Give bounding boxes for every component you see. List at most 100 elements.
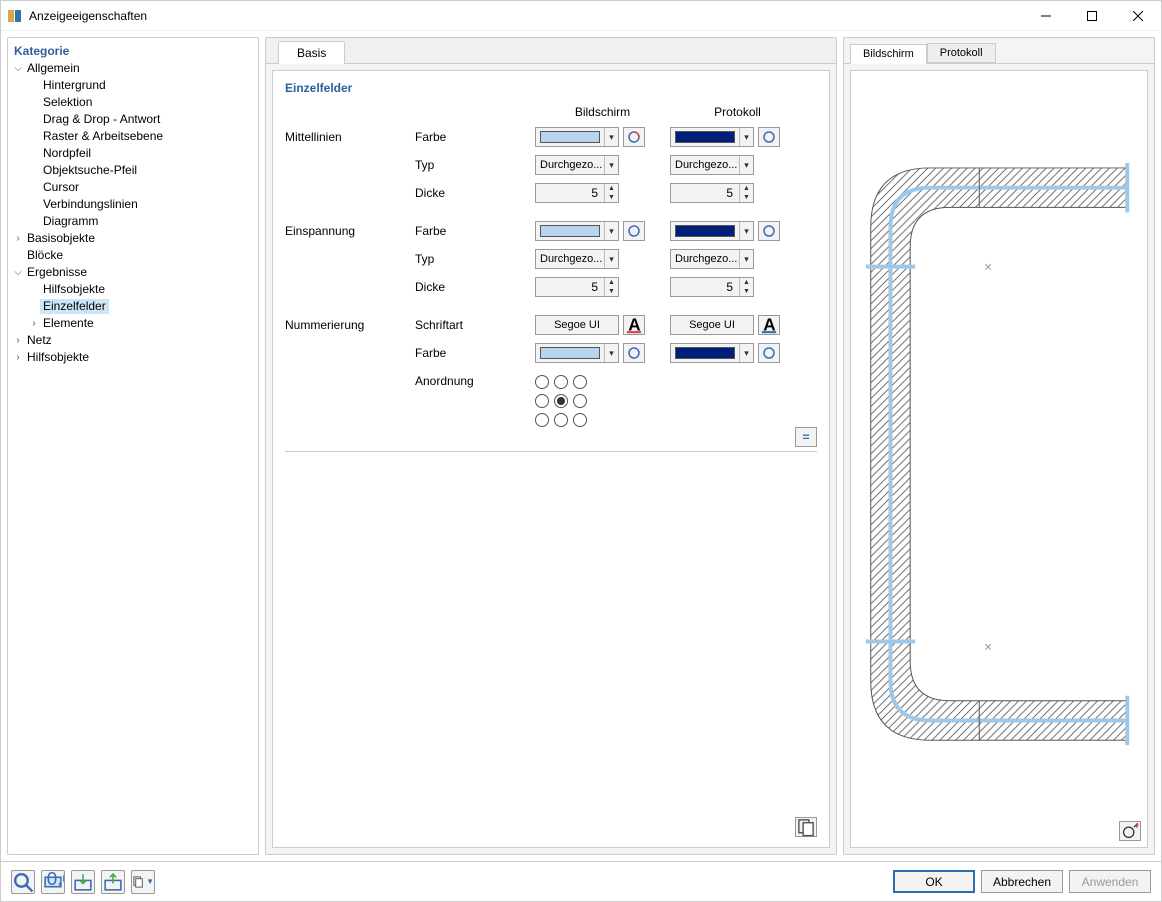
chevron-right-icon[interactable]: › xyxy=(12,333,24,348)
chevron-down-icon[interactable]: ▾ xyxy=(739,222,753,240)
color-picker-icon[interactable] xyxy=(623,127,645,147)
chevron-down-icon[interactable]: ⌵ xyxy=(12,265,24,280)
tree-cursor[interactable]: Cursor xyxy=(26,179,256,196)
search-icon[interactable] xyxy=(11,870,35,894)
chevron-right-icon[interactable]: › xyxy=(28,316,40,331)
mittellinien-dicke-screen[interactable]: 5▲▼ xyxy=(535,183,619,203)
spin-up-icon[interactable]: ▲ xyxy=(740,278,753,287)
sync-columns-button[interactable]: = xyxy=(795,427,817,447)
color-picker-icon[interactable] xyxy=(758,343,780,363)
label-farbe: Farbe xyxy=(415,130,535,144)
tree-objektsuche[interactable]: Objektsuche-Pfeil xyxy=(26,162,256,179)
preview-canvas[interactable]: × × xyxy=(850,70,1148,848)
tree-basisobjekte[interactable]: ›Basisobjekte xyxy=(10,230,256,247)
tree-netz[interactable]: ›Netz xyxy=(10,332,256,349)
mittellinien-farbe-screen[interactable]: ▾ xyxy=(535,127,619,147)
color-picker-icon[interactable] xyxy=(758,221,780,241)
anordnung-radio-5[interactable] xyxy=(573,394,587,408)
copy-settings-icon[interactable] xyxy=(795,817,817,837)
einspannung-typ-protocol[interactable]: Durchgezo...▾ xyxy=(670,249,754,269)
preview-pane: Bildschirm Protokoll xyxy=(843,37,1155,855)
tree-einzelfelder[interactable]: Einzelfelder xyxy=(26,298,256,315)
anordnung-radio-0[interactable] xyxy=(535,375,549,389)
maximize-button[interactable] xyxy=(1069,1,1115,31)
chevron-down-icon[interactable]: ▾ xyxy=(739,128,753,146)
mittellinien-typ-screen[interactable]: Durchgezo...▾ xyxy=(535,155,619,175)
spin-down-icon[interactable]: ▼ xyxy=(605,287,618,296)
import-icon[interactable] xyxy=(71,870,95,894)
export-icon[interactable] xyxy=(101,870,125,894)
chevron-down-icon[interactable]: ▾ xyxy=(604,344,618,362)
spin-up-icon[interactable]: ▲ xyxy=(740,184,753,193)
einspannung-typ-screen[interactable]: Durchgezo...▾ xyxy=(535,249,619,269)
apply-button[interactable]: Anwenden xyxy=(1069,870,1151,893)
anordnung-radio-4[interactable] xyxy=(554,394,568,408)
chevron-down-icon[interactable]: ▾ xyxy=(604,156,618,174)
einspannung-dicke-protocol[interactable]: 5▲▼ xyxy=(670,277,754,297)
einspannung-farbe-protocol[interactable]: ▾ xyxy=(670,221,754,241)
svg-text:×: × xyxy=(984,638,992,654)
tree-hintergrund[interactable]: Hintergrund xyxy=(26,77,256,94)
font-settings-icon[interactable]: A xyxy=(623,315,645,335)
chevron-down-icon[interactable]: ▾ xyxy=(604,222,618,240)
tree-hilfsobjekte[interactable]: Hilfsobjekte xyxy=(26,281,256,298)
tree-selektion[interactable]: Selektion xyxy=(26,94,256,111)
units-icon[interactable]: 0,00 xyxy=(41,870,65,894)
chevron-right-icon[interactable]: › xyxy=(12,350,24,365)
tree-dragdrop[interactable]: Drag & Drop - Antwort xyxy=(26,111,256,128)
chevron-down-icon[interactable]: ▾ xyxy=(604,128,618,146)
cancel-button[interactable]: Abbrechen xyxy=(981,870,1063,893)
color-picker-icon[interactable] xyxy=(623,221,645,241)
settings-tabs: Basis xyxy=(266,38,836,64)
color-picker-icon[interactable] xyxy=(758,127,780,147)
close-button[interactable] xyxy=(1115,1,1161,31)
nummerierung-font-screen[interactable]: Segoe UI xyxy=(535,315,619,335)
mittellinien-dicke-protocol[interactable]: 5▲▼ xyxy=(670,183,754,203)
spin-up-icon[interactable]: ▲ xyxy=(605,184,618,193)
preview-tab-protocol[interactable]: Protokoll xyxy=(927,43,996,63)
tree-ergebnisse[interactable]: ⌵Ergebnisse xyxy=(10,264,256,281)
tree-verbindungslinien[interactable]: Verbindungslinien xyxy=(26,196,256,213)
color-picker-icon[interactable] xyxy=(623,343,645,363)
spin-up-icon[interactable]: ▲ xyxy=(605,278,618,287)
einspannung-dicke-screen[interactable]: 5▲▼ xyxy=(535,277,619,297)
nummerierung-farbe-screen[interactable]: ▾ xyxy=(535,343,619,363)
anordnung-radio-6[interactable] xyxy=(535,413,549,427)
preview-tab-screen[interactable]: Bildschirm xyxy=(850,44,927,64)
chevron-down-icon[interactable]: ▾ xyxy=(604,250,618,268)
chevron-right-icon[interactable]: › xyxy=(12,231,24,246)
nummerierung-farbe-protocol[interactable]: ▾ xyxy=(670,343,754,363)
ok-button[interactable]: OK xyxy=(893,870,975,893)
reset-view-icon[interactable] xyxy=(1119,821,1141,841)
tree-bloecke[interactable]: Blöcke xyxy=(10,247,256,264)
spin-down-icon[interactable]: ▼ xyxy=(605,193,618,202)
font-settings-icon[interactable]: A xyxy=(758,315,780,335)
anordnung-radio-7[interactable] xyxy=(554,413,568,427)
nummerierung-font-protocol[interactable]: Segoe UI xyxy=(670,315,754,335)
tree-hilfsobjekte2[interactable]: ›Hilfsobjekte xyxy=(10,349,256,366)
mittellinien-typ-protocol[interactable]: Durchgezo...▾ xyxy=(670,155,754,175)
spin-down-icon[interactable]: ▼ xyxy=(740,287,753,296)
category-tree[interactable]: ⌵Allgemein Hintergrund Selektion Drag & … xyxy=(10,60,256,366)
chevron-down-icon[interactable]: ▾ xyxy=(739,344,753,362)
spin-down-icon[interactable]: ▼ xyxy=(740,193,753,202)
tree-raster[interactable]: Raster & Arbeitsebene xyxy=(26,128,256,145)
chevron-down-icon[interactable]: ⌵ xyxy=(12,61,24,76)
anordnung-radio-3[interactable] xyxy=(535,394,549,408)
chevron-down-icon[interactable]: ▾ xyxy=(739,250,753,268)
anordnung-radio-8[interactable] xyxy=(573,413,587,427)
tree-nordpfeil[interactable]: Nordpfeil xyxy=(26,145,256,162)
clipboard-menu-icon[interactable]: ▼ xyxy=(131,870,155,894)
tab-basis[interactable]: Basis xyxy=(278,41,345,64)
tree-allgemein[interactable]: ⌵Allgemein xyxy=(10,60,256,77)
tree-elemente[interactable]: ›Elemente xyxy=(26,315,256,332)
app-icon xyxy=(7,8,23,24)
anordnung-grid[interactable] xyxy=(535,375,817,431)
tree-diagramm[interactable]: Diagramm xyxy=(26,213,256,230)
anordnung-radio-1[interactable] xyxy=(554,375,568,389)
anordnung-radio-2[interactable] xyxy=(573,375,587,389)
chevron-down-icon[interactable]: ▾ xyxy=(739,156,753,174)
mittellinien-farbe-protocol[interactable]: ▾ xyxy=(670,127,754,147)
minimize-button[interactable] xyxy=(1023,1,1069,31)
einspannung-farbe-screen[interactable]: ▾ xyxy=(535,221,619,241)
